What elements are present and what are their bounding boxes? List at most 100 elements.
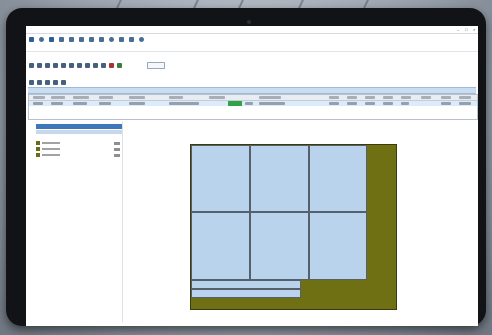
ribbon-item-user-3[interactable] xyxy=(99,35,105,43)
column-header[interactable] xyxy=(209,96,225,99)
layer-pane-subheader[interactable] xyxy=(36,130,122,134)
sub-tab-strip xyxy=(26,45,478,52)
data-grid xyxy=(28,94,478,120)
table-cell xyxy=(401,102,409,105)
document-toolbar xyxy=(29,61,475,69)
table-cell xyxy=(245,102,253,105)
lock-icon xyxy=(129,36,134,42)
box-icon xyxy=(119,36,124,42)
ribbon-item-layout[interactable] xyxy=(49,35,55,43)
close-button[interactable]: × xyxy=(473,28,476,32)
chevron-right-icon[interactable] xyxy=(61,79,66,85)
ribbon-item-settings[interactable] xyxy=(109,35,115,43)
layout-panel[interactable] xyxy=(191,280,301,289)
save-icon[interactable] xyxy=(45,62,50,68)
ribbon-item-user-2[interactable] xyxy=(79,35,85,43)
cutting-layout-canvas[interactable] xyxy=(190,144,397,310)
ribbon-item-user[interactable] xyxy=(69,35,75,43)
column-header[interactable] xyxy=(441,96,451,99)
table-cell xyxy=(169,102,199,105)
table-cell xyxy=(129,102,145,105)
layout-panel[interactable] xyxy=(191,289,301,298)
clock-icon xyxy=(39,36,44,42)
column-header[interactable] xyxy=(259,96,281,99)
open-icon[interactable] xyxy=(37,62,42,68)
maximize-button[interactable]: □ xyxy=(465,28,468,32)
layer-toggle[interactable] xyxy=(114,147,120,151)
panel-icon[interactable] xyxy=(77,62,82,68)
user-icon xyxy=(69,36,74,42)
table-cell xyxy=(459,102,471,105)
ribbon-item-history[interactable] xyxy=(39,35,45,43)
ribbon-item-web[interactable] xyxy=(139,35,145,43)
export-icon[interactable] xyxy=(45,79,50,85)
layer-swatch xyxy=(36,147,40,151)
column-header[interactable] xyxy=(459,96,471,99)
column-header[interactable] xyxy=(129,96,145,99)
ribbon-item-edit[interactable] xyxy=(89,35,95,43)
file-icon xyxy=(29,36,34,42)
layer-item[interactable] xyxy=(36,153,120,157)
camera-icon xyxy=(247,20,251,24)
ribbon-item-lock[interactable] xyxy=(129,35,135,43)
table-row[interactable] xyxy=(29,101,477,106)
table-cell xyxy=(259,102,285,105)
column-header[interactable] xyxy=(383,96,393,99)
delete-icon[interactable] xyxy=(109,62,114,68)
table-cell xyxy=(51,102,63,105)
layer-item[interactable] xyxy=(36,141,120,145)
refresh-icon[interactable] xyxy=(29,79,34,85)
layout-panel[interactable] xyxy=(191,212,250,280)
layout-panel[interactable] xyxy=(309,145,367,212)
user-icon[interactable] xyxy=(93,62,98,68)
stack-icon[interactable] xyxy=(85,62,90,68)
column-header[interactable] xyxy=(33,96,45,99)
column-header[interactable] xyxy=(329,96,339,99)
ribbon-item-file[interactable] xyxy=(29,35,35,43)
user-icon xyxy=(79,36,84,42)
ribbon-item-box[interactable] xyxy=(119,35,125,43)
table-cell xyxy=(73,102,87,105)
copy-icon[interactable] xyxy=(53,62,58,68)
layout-panel[interactable] xyxy=(191,145,250,212)
column-header[interactable] xyxy=(365,96,375,99)
table-cell xyxy=(33,102,43,105)
title-bar: – □ × xyxy=(26,26,478,34)
grid-header-bar xyxy=(28,87,476,94)
new-icon[interactable] xyxy=(29,62,34,68)
layout-icon xyxy=(49,36,54,42)
status-cell xyxy=(228,101,242,106)
globe-icon xyxy=(139,36,144,42)
print-icon[interactable] xyxy=(101,62,106,68)
chevron-left-icon[interactable] xyxy=(53,79,58,85)
column-header[interactable] xyxy=(421,96,431,99)
check-icon[interactable] xyxy=(117,62,122,68)
ribbon-item-list[interactable] xyxy=(59,35,65,43)
minimize-button[interactable]: – xyxy=(457,28,460,32)
filter-icon[interactable] xyxy=(37,79,42,85)
layout-panel[interactable] xyxy=(309,212,367,280)
column-header[interactable] xyxy=(401,96,411,99)
column-header[interactable] xyxy=(51,96,65,99)
view-selector[interactable] xyxy=(147,61,165,69)
layer-toggle[interactable] xyxy=(114,153,120,157)
table-cell xyxy=(383,102,393,105)
column-header[interactable] xyxy=(169,96,183,99)
layer-item[interactable] xyxy=(36,147,120,151)
column-header[interactable] xyxy=(99,96,113,99)
layers-icon[interactable] xyxy=(69,62,74,68)
grid-icon[interactable] xyxy=(61,62,66,68)
table-cell xyxy=(99,102,111,105)
layer-toggle[interactable] xyxy=(114,141,120,145)
layer-pane-header[interactable] xyxy=(36,124,122,129)
layout-panel[interactable] xyxy=(250,212,309,280)
layout-panel[interactable] xyxy=(250,145,309,212)
layer-label xyxy=(42,148,60,150)
gear-icon xyxy=(109,36,114,42)
app-screen: – □ × xyxy=(26,26,478,326)
table-cell xyxy=(347,102,357,105)
table-cell xyxy=(329,102,339,105)
layer-label xyxy=(42,154,60,156)
column-header[interactable] xyxy=(73,96,89,99)
column-header[interactable] xyxy=(347,96,357,99)
